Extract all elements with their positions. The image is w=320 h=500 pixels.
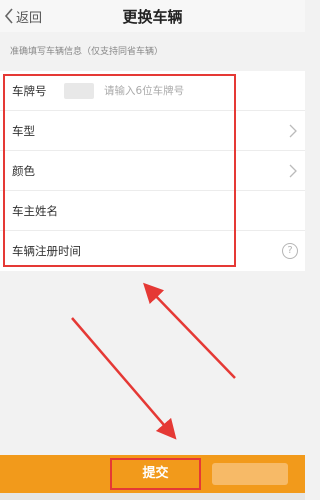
notice-text: 准确填写车辆信息（仅支持同省车辆） — [10, 47, 164, 57]
page-title: 更换车辆 — [122, 8, 183, 26]
annotation-highlight-box — [3, 74, 236, 267]
blurred-watermark — [212, 463, 288, 485]
help-icon[interactable]: ? — [282, 243, 298, 259]
arrow-to-form — [143, 282, 236, 379]
chevron-right-icon — [289, 124, 297, 138]
nav-bar: 返回 更换车辆 — [0, 0, 305, 32]
chevron-right-icon — [289, 164, 297, 178]
bottom-strip — [0, 493, 305, 500]
submit-button[interactable]: 提交 — [110, 458, 201, 490]
arrow-to-submit — [71, 317, 177, 440]
submit-bar: 提交 — [0, 455, 305, 493]
